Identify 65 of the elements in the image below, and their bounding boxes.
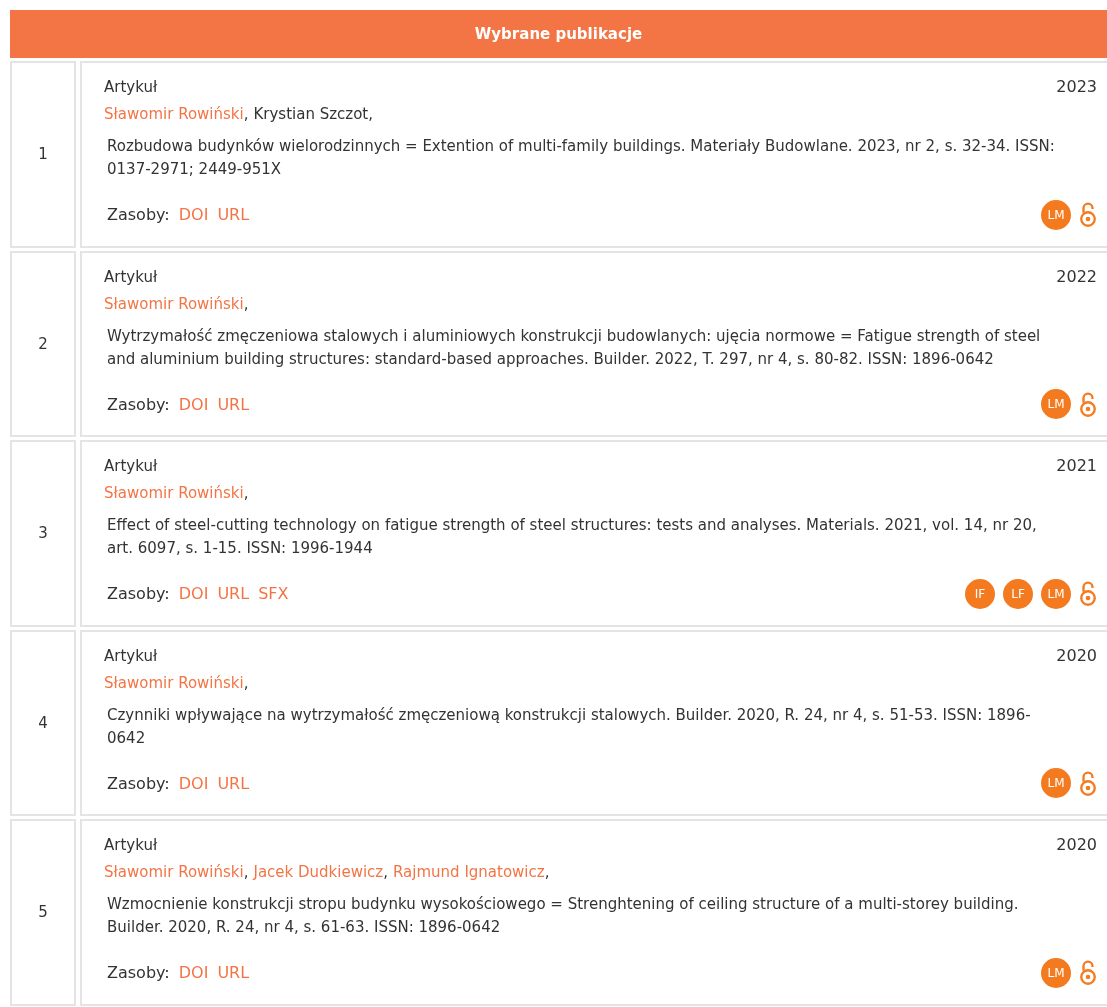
separator: , xyxy=(383,863,388,881)
resources-label: Zasoby: xyxy=(107,205,170,224)
separator: , xyxy=(368,105,374,123)
resource-link[interactable]: DOI xyxy=(178,963,209,982)
resources-label: Zasoby: xyxy=(107,963,170,982)
citation-text: Wytrzymałość zmęczeniowa stalowych i aluminiowych konstrukcji budowlanych: ujęcia normowe = Fatigue strength of steel and aluminium building structures: standard-based approaches. Builder. 2022, T. 297, nr 4, s. 80-82. ISSN: 1896-0642 xyxy=(106,325,1042,370)
open-lock-icon[interactable] xyxy=(1079,580,1097,607)
author-link[interactable]: Sławomir Rowiński xyxy=(104,294,244,313)
citation-text: Effect of steel-cutting technology on fatigue strength of steel structures: tests and analyses. Materials. 2021, vol. 14, nr 20, art. 6097, s. 1-15. ISSN: 1996-1944 xyxy=(106,515,1038,560)
citation-text: Rozbudowa budynków wielorodzinnych = Extention of multi-family buildings. Materiały Budowlane. 2023, nr 2, s. 32-34. ISSN: 0137-2971; 2449-951X xyxy=(106,136,1056,181)
resource-link[interactable]: URL xyxy=(217,584,250,603)
resource-link[interactable]: DOI xyxy=(178,394,209,414)
resource-link[interactable]: URL xyxy=(217,394,250,414)
separator: , xyxy=(243,105,249,123)
author-link[interactable]: Jacek Dudkiewicz xyxy=(253,863,384,881)
publication-type: Artykuł xyxy=(104,646,158,665)
metric-badge[interactable]: LM xyxy=(1041,389,1071,419)
metric-badge[interactable]: LM xyxy=(1041,768,1071,798)
author-link[interactable]: Sławomir Rowiński xyxy=(104,673,244,692)
resource-link[interactable]: URL xyxy=(217,963,250,982)
resource-link[interactable]: DOI xyxy=(178,773,209,793)
publication-year: 2020 xyxy=(1056,835,1097,854)
metric-badge[interactable]: LM xyxy=(1041,578,1071,609)
separator: , xyxy=(243,484,249,502)
separator: , xyxy=(243,673,249,692)
resource-link[interactable]: DOI xyxy=(178,205,209,224)
author-link[interactable]: Rajmund Ignatowicz xyxy=(393,863,545,881)
metric-badge[interactable]: LM xyxy=(1041,957,1071,988)
citation-text: Wzmocnienie konstrukcji stropu budynku wysokościowego = Strenghtening of ceiling structure of a multi-storey building. Builder. 2020, R. 24, nr 4, s. 61-63. ISSN: 1896-0642 xyxy=(106,894,1020,939)
open-lock-icon[interactable] xyxy=(1079,959,1097,986)
author-link[interactable]: Sławomir Rowiński xyxy=(104,105,244,123)
resources-label: Zasoby: xyxy=(107,584,170,603)
author-name: Krystian Szczot xyxy=(253,105,369,123)
author-link[interactable]: Sławomir Rowiński xyxy=(104,484,244,502)
section-header: Wybrane publikacje xyxy=(10,10,1107,58)
separator: , xyxy=(243,863,249,881)
publication-type: Artykuł xyxy=(104,457,158,475)
separator: , xyxy=(243,294,249,313)
metric-badge[interactable]: LF xyxy=(1003,578,1033,609)
publication-year: 2020 xyxy=(1056,645,1097,665)
resources-label: Zasoby: xyxy=(107,394,170,414)
publication-type: Artykuł xyxy=(104,836,158,854)
open-lock-icon[interactable] xyxy=(1079,769,1097,797)
resource-link[interactable]: URL xyxy=(217,205,250,224)
metric-badge[interactable]: IF xyxy=(965,578,995,609)
resource-link[interactable]: URL xyxy=(217,773,250,793)
resources-label: Zasoby: xyxy=(107,773,170,793)
row-number: 3 xyxy=(38,524,48,543)
row-number: 1 xyxy=(38,145,48,164)
open-lock-icon[interactable] xyxy=(1079,390,1097,418)
author-link[interactable]: Sławomir Rowiński xyxy=(104,863,244,881)
metric-badge[interactable]: LM xyxy=(1041,199,1071,230)
publication-year: 2023 xyxy=(1056,77,1097,96)
citation-text: Czynniki wpływające na wytrzymałość zmęczeniową konstrukcji stalowych. Builder. 2020, R. 24, nr 4, s. 51-53. ISSN: 1896-0642 xyxy=(106,704,1032,749)
row-number: 4 xyxy=(38,713,48,732)
publication-type: Artykuł xyxy=(104,267,158,286)
publication-year: 2021 xyxy=(1056,456,1097,475)
row-number: 2 xyxy=(38,334,48,353)
row-number: 5 xyxy=(38,903,48,922)
publication-year: 2022 xyxy=(1056,266,1097,286)
publication-type: Artykuł xyxy=(104,78,158,96)
separator: , xyxy=(544,863,550,881)
resource-link[interactable]: DOI xyxy=(178,584,209,603)
resource-link[interactable]: SFX xyxy=(258,584,289,603)
open-lock-icon[interactable] xyxy=(1079,201,1097,228)
